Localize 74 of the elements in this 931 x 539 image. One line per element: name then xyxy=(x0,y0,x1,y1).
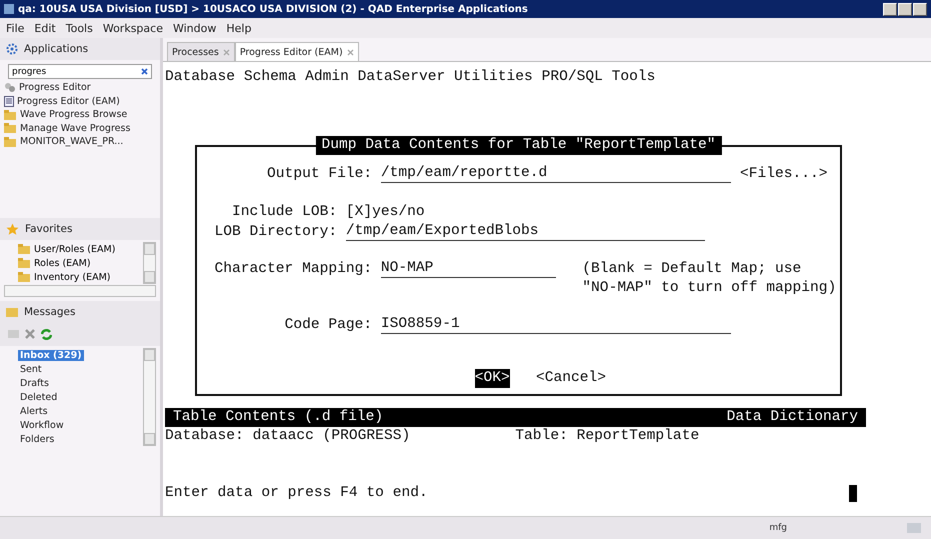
scrollbar[interactable] xyxy=(4,285,156,298)
section-title: Applications xyxy=(24,43,88,55)
application-item[interactable]: MONITOR_WAVE_PR... xyxy=(0,135,160,148)
terminal-menu-item[interactable]: Tools xyxy=(612,68,656,87)
menu-item[interactable]: Tools xyxy=(66,22,93,34)
terminal-menu-item[interactable]: Schema xyxy=(244,68,296,87)
refresh-icon[interactable] xyxy=(41,329,52,340)
close-button[interactable] xyxy=(913,2,927,16)
message-folder[interactable]: Sent xyxy=(18,364,44,375)
checkbox-field[interactable]: [X]yes/no xyxy=(346,203,425,222)
application-item[interactable]: Manage Wave Progress xyxy=(0,122,160,135)
user-label: mfg xyxy=(769,523,787,533)
scrollbar[interactable] xyxy=(143,242,156,284)
section-header[interactable]: Applications xyxy=(0,38,160,60)
favorite-item[interactable]: Roles (EAM) xyxy=(4,256,143,270)
section-title: Messages xyxy=(24,306,76,318)
mapping-hint: (Blank = Default Map; use "NO-MAP" to turn off mapping) xyxy=(582,260,836,298)
window-title: qa: 10USA USA Division [USD] > 10USACO USA DIVISION (2) - QAD Enterprise Applications xyxy=(18,4,529,14)
close-icon[interactable] xyxy=(222,48,230,56)
maximize-button[interactable] xyxy=(898,2,912,16)
clear-icon[interactable] xyxy=(141,68,148,75)
delete-icon[interactable] xyxy=(25,329,35,340)
menu-item[interactable]: Workspace xyxy=(102,22,163,34)
close-icon[interactable] xyxy=(346,48,354,56)
input-field[interactable]: ISO8859-1 xyxy=(380,316,732,334)
minimize-button[interactable] xyxy=(883,2,897,16)
favorite-item[interactable]: Inventory (EAM) xyxy=(4,270,143,284)
message-folder[interactable]: Deleted xyxy=(18,392,60,403)
menu-item[interactable]: Window xyxy=(172,22,216,34)
document-icon xyxy=(4,96,14,107)
gear-icon xyxy=(6,43,18,55)
application-item[interactable]: Progress Editor (EAM) xyxy=(0,94,160,108)
message-folder[interactable]: Alerts xyxy=(18,406,50,417)
field-label: LOB Directory: xyxy=(214,223,338,242)
section-title: Favorites xyxy=(25,223,72,236)
field-label: Output File: xyxy=(266,165,372,184)
application-item[interactable]: Wave Progress Browse xyxy=(0,108,160,122)
message-folder[interactable]: Folders xyxy=(18,434,56,445)
status-banner: Table Contents (.d file) Data Dictionary xyxy=(165,408,866,427)
message-folder[interactable]: Workflow xyxy=(18,420,66,431)
terminal-menu-item[interactable]: Utilities xyxy=(454,68,533,87)
text-cursor xyxy=(849,485,857,502)
menu-item[interactable]: File xyxy=(6,22,24,34)
menu-item[interactable]: Help xyxy=(226,22,252,34)
section-header[interactable]: Messages xyxy=(0,301,160,324)
star-icon xyxy=(6,222,19,236)
tab[interactable]: Processes xyxy=(167,42,235,61)
menu-item[interactable]: Edit xyxy=(34,22,56,34)
dialog-button[interactable]: <Cancel> xyxy=(536,369,606,388)
database-info: Database: dataacc (PROGRESS) xyxy=(165,427,412,446)
files-button[interactable]: <Files...> xyxy=(740,165,828,184)
terminal-menu-item[interactable]: DataServer xyxy=(358,68,446,87)
dialog-button[interactable]: <OK> xyxy=(474,369,510,388)
search-field[interactable]: progres xyxy=(8,64,152,79)
message-folder[interactable]: Drafts xyxy=(18,378,51,389)
app-icon xyxy=(4,4,14,14)
input-field[interactable]: /tmp/eam/ExportedBlobs xyxy=(346,223,705,241)
dialog-title: Dump Data Contents for Table "ReportTemplate" xyxy=(315,136,722,155)
field-label: Code Page: xyxy=(284,316,372,335)
tab[interactable]: Progress Editor (EAM) xyxy=(234,42,359,61)
prompt-text: Enter data or press F4 to end. xyxy=(165,484,428,503)
input-field[interactable]: NO-MAP xyxy=(380,260,556,278)
terminal-menu-item[interactable]: PRO/SQL xyxy=(542,68,603,87)
field-label: Character Mapping: xyxy=(214,260,372,279)
table-info: Table: ReportTemplate xyxy=(515,427,700,446)
scrollbar[interactable] xyxy=(143,348,156,446)
terminal-menu-item[interactable]: Admin xyxy=(305,68,349,87)
section-header[interactable]: Favorites xyxy=(0,218,160,240)
field-label: Include LOB: xyxy=(231,203,338,222)
input-field[interactable]: /tmp/eam/reportte.d xyxy=(380,165,732,183)
favorite-item[interactable]: User/Roles (EAM) xyxy=(4,242,143,256)
terminal-menu-item[interactable]: Database xyxy=(165,68,236,87)
message-folder[interactable]: Inbox (329) xyxy=(18,350,84,361)
application-item[interactable]: Progress Editor xyxy=(0,81,160,94)
